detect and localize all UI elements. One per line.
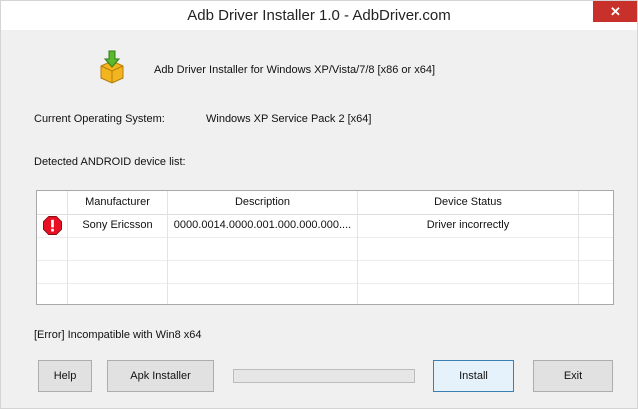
app-window: Adb Driver Installer 1.0 - AdbDriver.com…: [0, 0, 638, 409]
filler-cell: [579, 214, 613, 237]
column-header-description[interactable]: Description: [168, 191, 358, 214]
install-progress-bar: [233, 369, 415, 383]
header-icon-column: [37, 191, 68, 214]
apk-installer-button[interactable]: Apk Installer: [107, 360, 214, 392]
help-button[interactable]: Help: [38, 360, 92, 392]
window-title: Adb Driver Installer 1.0 - AdbDriver.com: [187, 7, 451, 24]
title-bar[interactable]: Adb Driver Installer 1.0 - AdbDriver.com…: [1, 1, 637, 30]
os-value: Windows XP Service Pack 2 [x64]: [206, 113, 372, 125]
package-install-icon: [100, 50, 124, 84]
error-message: [Error] Incompatible with Win8 x64: [34, 329, 202, 341]
column-header-device-status[interactable]: Device Status: [358, 191, 579, 214]
column-header-manufacturer[interactable]: Manufacturer: [68, 191, 168, 214]
table-row[interactable]: Sony Ericsson 0000.0014.0000.001.000.000…: [37, 214, 613, 238]
install-button[interactable]: Install: [433, 360, 514, 392]
error-stop-icon: [43, 216, 62, 235]
close-button[interactable]: ✕: [593, 1, 637, 22]
exit-button[interactable]: Exit: [533, 360, 613, 392]
table-row: [37, 283, 613, 304]
header-text: Adb Driver Installer for Windows XP/Vist…: [154, 64, 436, 76]
table-row: [37, 237, 613, 261]
description-cell: 0000.0014.0000.001.000.000.000....: [168, 214, 358, 237]
device-list-grid[interactable]: Manufacturer Description Device Status S…: [36, 190, 614, 305]
table-row: [37, 260, 613, 284]
manufacturer-cell: Sony Ericsson: [68, 214, 168, 237]
row-icon-cell: [37, 214, 68, 237]
device-status-cell: Driver incorrectly: [358, 214, 579, 237]
device-list-label: Detected ANDROID device list:: [34, 156, 186, 168]
grid-header: Manufacturer Description Device Status: [37, 191, 613, 215]
column-header-filler: [579, 191, 613, 214]
main-panel: Adb Driver Installer for Windows XP/Vist…: [1, 30, 637, 408]
os-label: Current Operating System:: [34, 113, 165, 125]
